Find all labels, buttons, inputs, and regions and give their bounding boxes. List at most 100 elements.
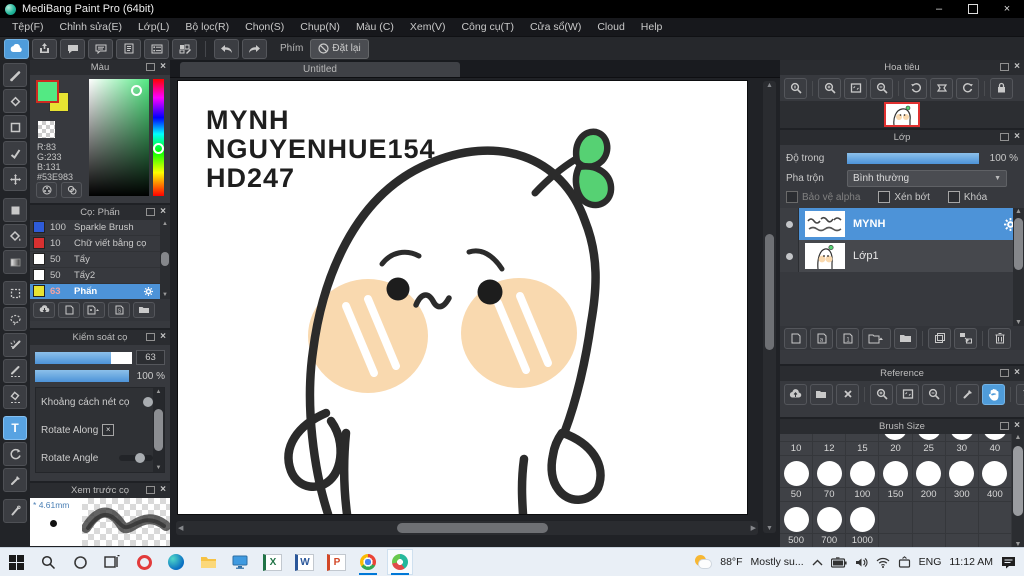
brush-size-cell[interactable]: [780, 502, 814, 534]
menu-window[interactable]: Cửa sổ(W): [522, 21, 589, 33]
chrome-taskbar-icon[interactable]: [355, 549, 381, 575]
menu-tools[interactable]: Công cụ(T): [453, 21, 522, 33]
brush-size-cell[interactable]: [978, 456, 1012, 488]
clock[interactable]: 11:12 AM: [949, 556, 993, 568]
reference-hand-button[interactable]: [982, 383, 1005, 405]
export-button[interactable]: [32, 38, 57, 59]
close-icon[interactable]: ×: [1014, 62, 1020, 72]
task-view-button[interactable]: [99, 549, 125, 575]
brush-size-cell[interactable]: [945, 456, 979, 488]
menu-edit[interactable]: Chỉnh sửa(E): [52, 21, 130, 33]
close-icon[interactable]: ×: [1014, 368, 1020, 378]
add-brush-image-button[interactable]: [83, 301, 105, 318]
layer-row[interactable]: Lớp1: [780, 240, 1024, 272]
popout-icon[interactable]: [1000, 422, 1010, 430]
drawing-canvas[interactable]: MYNH NGUYENHUE154 HD247: [178, 81, 747, 514]
file-explorer-taskbar-icon[interactable]: [195, 549, 221, 575]
brush-size-cell[interactable]: 1000: [846, 534, 880, 548]
undo-button[interactable]: [214, 38, 239, 59]
scroll-down-icon[interactable]: ▼: [162, 292, 168, 298]
material-panel-button[interactable]: [172, 38, 197, 59]
checkbox[interactable]: [947, 191, 960, 203]
brush-size-cell[interactable]: [780, 456, 814, 488]
slider-knob[interactable]: [143, 397, 153, 408]
brush-size-cell[interactable]: 40: [978, 442, 1012, 456]
scroll-up-icon[interactable]: ▲: [1012, 434, 1024, 441]
scroll-thumb[interactable]: [161, 252, 169, 267]
text-tool[interactable]: T: [3, 416, 27, 440]
zoom-actual-button[interactable]: [784, 77, 807, 99]
fill-rect-tool[interactable]: [3, 198, 27, 222]
brush-row[interactable]: 50 Tẩy: [30, 252, 160, 268]
hue-slider[interactable]: [153, 79, 164, 196]
scroll-thumb[interactable]: [397, 523, 549, 533]
alpha-lock-checkbox-group[interactable]: Bảo vệ alpha: [786, 191, 860, 203]
brush-size-cell[interactable]: 12: [813, 442, 847, 456]
reset-rotation-button[interactable]: [930, 77, 953, 99]
fit-screen-button[interactable]: [844, 77, 867, 99]
document-tab[interactable]: Untitled: [180, 62, 460, 77]
scroll-up-icon[interactable]: ▲: [1013, 208, 1024, 215]
brush-size-cell[interactable]: [813, 456, 847, 488]
new-layer-button[interactable]: [784, 327, 807, 349]
layer-visibility-toggle[interactable]: [780, 240, 799, 272]
menu-file[interactable]: Tệp(F): [4, 21, 52, 33]
options-scrollbar[interactable]: ▲ ▼: [153, 388, 164, 473]
comment-button[interactable]: [60, 38, 85, 59]
reference-clear-button[interactable]: [836, 383, 859, 405]
scroll-right-icon[interactable]: ▶: [751, 524, 756, 532]
brush-size-cell[interactable]: 25: [912, 442, 946, 456]
reference-open-button[interactable]: [810, 383, 833, 405]
close-icon[interactable]: ×: [160, 206, 166, 216]
brush-size-cell[interactable]: 70: [813, 488, 847, 502]
cloud-save-button[interactable]: [4, 38, 29, 59]
rotate-angle-slider[interactable]: [119, 453, 153, 464]
lasso-tool[interactable]: [3, 307, 27, 331]
restore-button[interactable]: [956, 0, 990, 18]
canvas-vertical-scrollbar[interactable]: ▲ ▼: [763, 81, 776, 533]
brush-row[interactable]: 50 Tẩy2: [30, 268, 160, 284]
action-center-icon[interactable]: [1001, 556, 1016, 569]
menu-layer[interactable]: Lớp(L): [130, 21, 177, 33]
message-button[interactable]: [88, 38, 113, 59]
brush-size-cell[interactable]: [978, 434, 1012, 442]
brush-size-slider[interactable]: [35, 351, 132, 364]
brush-size-cell[interactable]: 50: [780, 488, 814, 502]
clipping-checkbox-group[interactable]: Xén bớt: [878, 191, 930, 203]
menu-snap[interactable]: Chụp(N): [292, 21, 348, 33]
brush-size-cell[interactable]: [813, 502, 847, 534]
close-icon[interactable]: ×: [160, 62, 166, 72]
brush-size-cell[interactable]: 200: [912, 488, 946, 502]
brush-opacity-slider[interactable]: [35, 370, 129, 383]
scroll-left-icon[interactable]: ◀: [178, 524, 183, 532]
eyedropper-tool[interactable]: [3, 468, 27, 492]
brush-size-cell[interactable]: 10: [780, 442, 814, 456]
checkbox[interactable]: [878, 191, 891, 203]
brush-size-cell[interactable]: 30: [945, 442, 979, 456]
option-stroke-spacing[interactable]: Khoảng cách nét cọ: [36, 388, 153, 416]
display-settings-taskbar-icon[interactable]: [227, 549, 253, 575]
foreground-color-swatch[interactable]: [36, 80, 59, 103]
scroll-thumb[interactable]: [1014, 218, 1023, 270]
wifi-icon[interactable]: [876, 557, 890, 568]
option-rotate-along[interactable]: Rotate Along ×: [36, 416, 153, 444]
edge-taskbar-icon[interactable]: [163, 549, 189, 575]
add-brush-button[interactable]: [58, 301, 80, 318]
duplicate-layer-button[interactable]: [928, 327, 951, 349]
scroll-down-icon[interactable]: ▼: [1013, 319, 1024, 326]
reference-cloud-button[interactable]: [784, 383, 807, 405]
list-settings-button[interactable]: [144, 38, 169, 59]
brush-size-cell[interactable]: [846, 502, 880, 534]
layer-folder-button[interactable]: [894, 327, 917, 349]
lock-checkbox-group[interactable]: Khóa: [947, 191, 987, 203]
new-8bit-layer-button[interactable]: a: [810, 327, 833, 349]
brush-folder-button[interactable]: [133, 301, 155, 318]
brush-row-selected[interactable]: 63 Phấn: [30, 283, 160, 300]
divide-tool[interactable]: [3, 499, 27, 523]
start-button[interactable]: [3, 549, 29, 575]
checked-checkbox[interactable]: ×: [102, 424, 115, 437]
select-pen-tool[interactable]: [3, 359, 27, 383]
move-tool[interactable]: [3, 167, 27, 191]
merge-layer-button[interactable]: [954, 327, 977, 349]
weather-description[interactable]: Mostly su...: [751, 556, 804, 568]
